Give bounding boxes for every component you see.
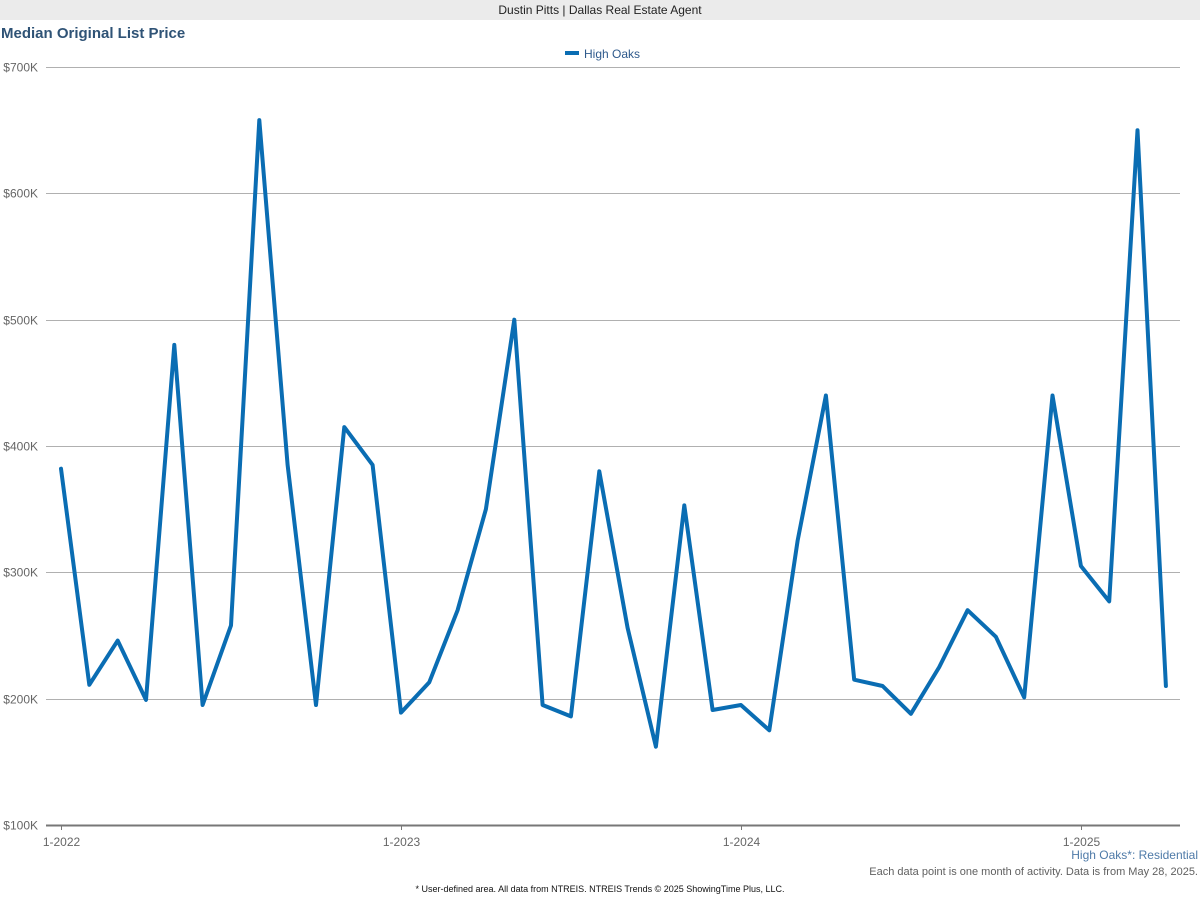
source-footnote: * User-defined area. All data from NTREI… <box>415 884 785 894</box>
y-tick-label: $600K <box>3 187 38 201</box>
y-tick-label: $700K <box>3 61 38 75</box>
series-lines <box>59 118 1168 749</box>
axes <box>46 824 1180 830</box>
x-tick-label: 1-2023 <box>383 835 421 849</box>
legend-label[interactable]: High Oaks <box>584 47 640 61</box>
y-tick-labels: $100K $200K $300K $400K $500K $600K $700K <box>3 61 38 833</box>
y-tick-label: $200K <box>3 693 38 707</box>
x-tick-label: 1-2025 <box>1063 835 1101 849</box>
x-tick-label: 1-2024 <box>723 835 761 849</box>
y-tick-label: $100K <box>3 819 38 833</box>
legend-swatch[interactable] <box>565 51 579 55</box>
legend[interactable]: High Oaks <box>565 47 640 61</box>
x-tick-labels: 1-2022 1-2023 1-2024 1-2025 <box>43 835 1101 849</box>
line-chart: $100K $200K $300K $400K $500K $600K $700K 1-20… <box>3 47 1180 849</box>
data-note: Each data point is one month of activity… <box>869 866 1198 878</box>
series-caption: High Oaks*: Residential <box>1071 848 1198 862</box>
y-tick-label: $300K <box>3 566 38 580</box>
x-tick-label: 1-2022 <box>43 835 81 849</box>
y-tick-label: $500K <box>3 314 38 328</box>
series-line-high-oaks <box>59 118 1168 749</box>
gridlines <box>46 67 1180 700</box>
y-tick-label: $400K <box>3 440 38 454</box>
